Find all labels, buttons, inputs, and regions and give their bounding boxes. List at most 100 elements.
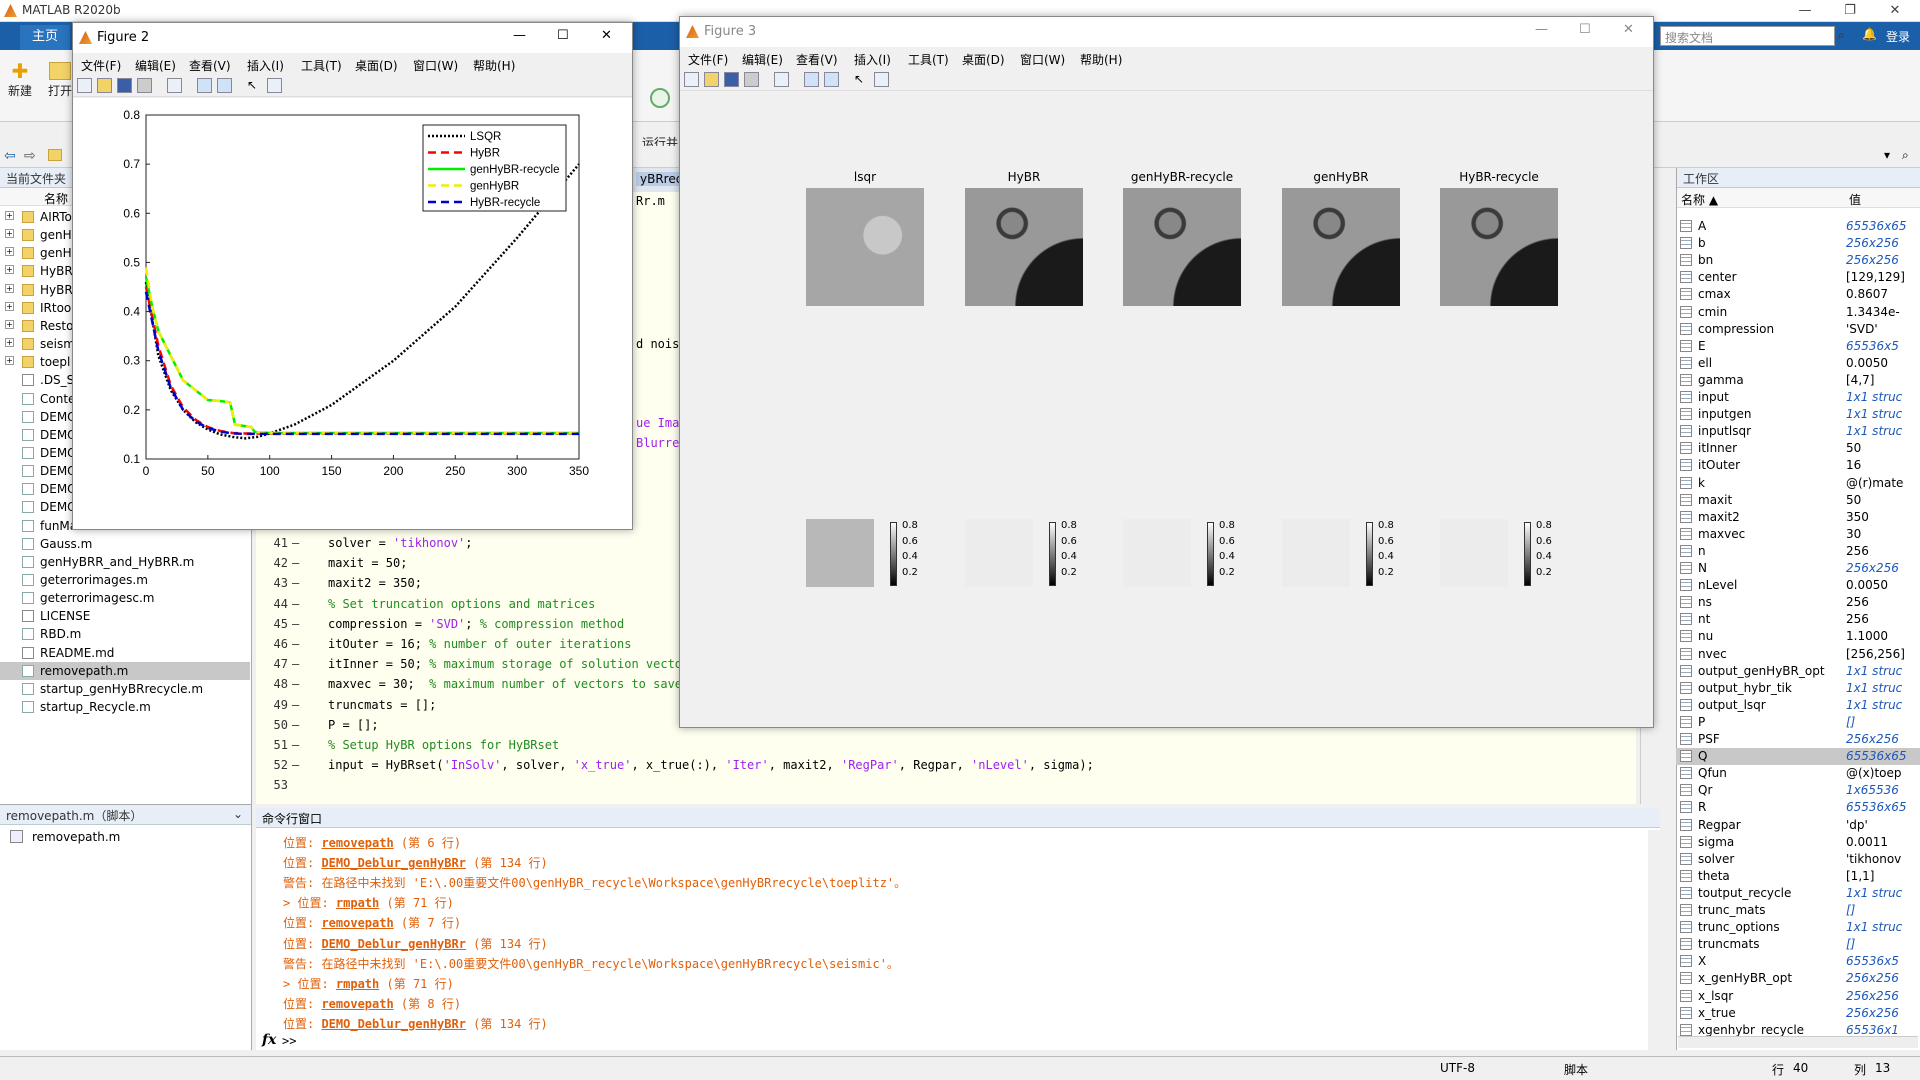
command-link[interactable]: removepath bbox=[321, 916, 393, 930]
print-icon[interactable] bbox=[744, 72, 759, 87]
command-link[interactable]: DEMO_Deblur_genHyBRr bbox=[321, 1017, 466, 1031]
code-line[interactable]: truncmats = []; bbox=[328, 698, 436, 712]
hide-plot-tools-icon[interactable] bbox=[804, 72, 819, 87]
property-editor-icon[interactable] bbox=[874, 72, 889, 87]
command-link[interactable]: rmpath bbox=[336, 977, 379, 991]
workspace-col-value[interactable]: 值 bbox=[1849, 191, 1861, 208]
workspace-variable[interactable]: X 65536x5 bbox=[1676, 953, 1920, 970]
file-list-item[interactable]: startup_genHyBRrecycle.m bbox=[0, 680, 250, 698]
figure-menu-item[interactable]: 编辑(E) bbox=[742, 51, 783, 68]
file-list-item[interactable]: README.md bbox=[0, 644, 250, 662]
figure-menu-item[interactable]: 帮助(H) bbox=[1080, 51, 1122, 68]
print-icon[interactable] bbox=[137, 78, 152, 93]
figure-menu-item[interactable]: 帮助(H) bbox=[473, 57, 515, 74]
workspace-variable[interactable]: nu 1.1000 bbox=[1676, 628, 1920, 645]
search-docs-input[interactable]: 搜索文档 bbox=[1660, 26, 1835, 46]
maximize-icon[interactable]: ☐ bbox=[557, 28, 569, 43]
property-editor-icon[interactable] bbox=[267, 78, 282, 93]
workspace-variable[interactable]: k @(r)mate bbox=[1676, 475, 1920, 492]
new-button[interactable]: ✚ 新建 bbox=[8, 60, 32, 99]
expand-icon[interactable]: + bbox=[5, 211, 14, 220]
minimize-icon[interactable]: — bbox=[513, 28, 526, 43]
workspace-variable[interactable]: ns 256 bbox=[1676, 594, 1920, 611]
workspace-variable[interactable]: compression 'SVD' bbox=[1676, 321, 1920, 338]
close-icon[interactable]: ✕ bbox=[1875, 0, 1915, 22]
workspace-variable[interactable]: output_hybr_tik 1x1 struc bbox=[1676, 680, 1920, 697]
workspace-variable[interactable]: x_true 256x256 bbox=[1676, 1005, 1920, 1022]
code-line[interactable]: maxit = 50; bbox=[328, 556, 407, 570]
breakpoint-marker[interactable]: – bbox=[292, 556, 299, 570]
breakpoint-marker[interactable]: – bbox=[292, 758, 299, 772]
file-list-item[interactable]: startup_Recycle.m bbox=[0, 698, 250, 716]
workspace-variable[interactable]: inputgen 1x1 struc bbox=[1676, 406, 1920, 423]
file-list-item[interactable]: genHyBRR_and_HyBRR.m bbox=[0, 553, 250, 571]
figure-menu-item[interactable]: 工具(T) bbox=[908, 51, 949, 68]
workspace-hscrollbar[interactable] bbox=[1678, 1036, 1918, 1048]
breakpoint-marker[interactable]: – bbox=[292, 698, 299, 712]
command-link[interactable]: DEMO_Deblur_genHyBRr bbox=[321, 856, 466, 870]
hide-plot-tools-icon[interactable] bbox=[197, 78, 212, 93]
workspace-variable[interactable]: toutput_recycle 1x1 struc bbox=[1676, 885, 1920, 902]
show-plot-tools-icon[interactable] bbox=[824, 72, 839, 87]
breakpoint-marker[interactable]: – bbox=[292, 597, 299, 611]
workspace-variable[interactable]: maxit 50 bbox=[1676, 492, 1920, 509]
open-button[interactable]: 打开 bbox=[48, 60, 72, 99]
workspace-variable[interactable]: center [129,129] bbox=[1676, 269, 1920, 286]
workspace-col-name[interactable]: 名称 ▲ bbox=[1681, 191, 1718, 208]
breakpoint-marker[interactable]: – bbox=[292, 738, 299, 752]
code-line[interactable]: itInner = 50; % maximum storage of solut… bbox=[328, 657, 689, 671]
figure-menu-item[interactable]: 查看(V) bbox=[796, 51, 838, 68]
command-scrollbar[interactable] bbox=[1648, 830, 1660, 1050]
expand-icon[interactable]: + bbox=[5, 283, 14, 293]
expand-icon[interactable]: + bbox=[5, 229, 14, 239]
code-line[interactable]: P = []; bbox=[328, 718, 379, 732]
workspace-variable[interactable]: ell 0.0050 bbox=[1676, 355, 1920, 372]
code-line[interactable]: % Setup HyBR options for HyBRset bbox=[328, 738, 559, 752]
figure-menu-item[interactable]: 文件(F) bbox=[81, 57, 121, 74]
minimize-icon[interactable]: — bbox=[1535, 22, 1548, 37]
workspace-variable[interactable]: N 256x256 bbox=[1676, 560, 1920, 577]
path-search-icon[interactable]: ⌕ bbox=[1902, 148, 1909, 163]
workspace-variable[interactable]: cmax 0.8607 bbox=[1676, 286, 1920, 303]
breakpoint-marker[interactable]: – bbox=[292, 637, 299, 651]
up-folder-icon[interactable] bbox=[48, 149, 62, 161]
workspace-variable[interactable]: input 1x1 struc bbox=[1676, 389, 1920, 406]
workspace-variable[interactable]: Q 65536x65 bbox=[1676, 748, 1920, 766]
breakpoint-marker[interactable]: – bbox=[292, 677, 299, 691]
workspace-variable[interactable]: R 65536x65 bbox=[1676, 799, 1920, 816]
figure-menu-item[interactable]: 插入(I) bbox=[247, 57, 284, 74]
breakpoint-marker[interactable]: – bbox=[292, 536, 299, 550]
editor-tab-fragment-2[interactable]: Rr.m bbox=[636, 194, 665, 208]
search-icon[interactable]: ⌕ bbox=[1838, 28, 1845, 43]
workspace-variable[interactable]: gamma [4,7] bbox=[1676, 372, 1920, 389]
workspace-variable[interactable]: cmin 1.3434e- bbox=[1676, 304, 1920, 321]
close-icon[interactable]: ✕ bbox=[601, 28, 612, 43]
workspace-variable[interactable]: trunc_options 1x1 struc bbox=[1676, 919, 1920, 936]
folder-col-name[interactable]: 名称 bbox=[44, 190, 68, 207]
show-plot-tools-icon[interactable] bbox=[217, 78, 232, 93]
workspace-variable[interactable]: output_lsqr 1x1 struc bbox=[1676, 697, 1920, 714]
maximize-icon[interactable]: ☐ bbox=[1579, 22, 1591, 37]
chevron-down-icon[interactable]: ⌄ bbox=[233, 807, 243, 821]
workspace-variable[interactable]: nt 256 bbox=[1676, 611, 1920, 628]
link-plot-icon[interactable] bbox=[167, 78, 182, 93]
workspace-variable[interactable]: trunc_mats [] bbox=[1676, 902, 1920, 919]
figure-menu-item[interactable]: 桌面(D) bbox=[962, 51, 1005, 68]
save-icon[interactable] bbox=[724, 72, 739, 87]
breakpoint-marker[interactable]: – bbox=[292, 657, 299, 671]
figure-menu-item[interactable]: 窗口(W) bbox=[413, 57, 458, 74]
workspace-variable[interactable]: Qfun @(x)toep bbox=[1676, 765, 1920, 782]
expand-icon[interactable]: + bbox=[5, 356, 14, 366]
open-file-icon[interactable] bbox=[704, 72, 719, 87]
command-prompt[interactable]: >> bbox=[282, 1034, 296, 1048]
breakpoint-marker[interactable]: – bbox=[292, 576, 299, 590]
code-line[interactable]: maxvec = 30; % maximum number of vectors… bbox=[328, 677, 682, 691]
expand-icon[interactable]: + bbox=[5, 301, 14, 311]
command-link[interactable]: DEMO_Deblur_genHyBRr bbox=[321, 937, 466, 951]
workspace-variable[interactable]: Regpar 'dp' bbox=[1676, 817, 1920, 834]
expand-icon[interactable]: + bbox=[5, 265, 14, 275]
workspace-variable[interactable]: Qr 1x65536 bbox=[1676, 782, 1920, 799]
workspace-variable[interactable]: itInner 50 bbox=[1676, 440, 1920, 457]
code-line[interactable]: compression = 'SVD'; % compression metho… bbox=[328, 617, 624, 631]
workspace-variable[interactable]: nLevel 0.0050 bbox=[1676, 577, 1920, 594]
